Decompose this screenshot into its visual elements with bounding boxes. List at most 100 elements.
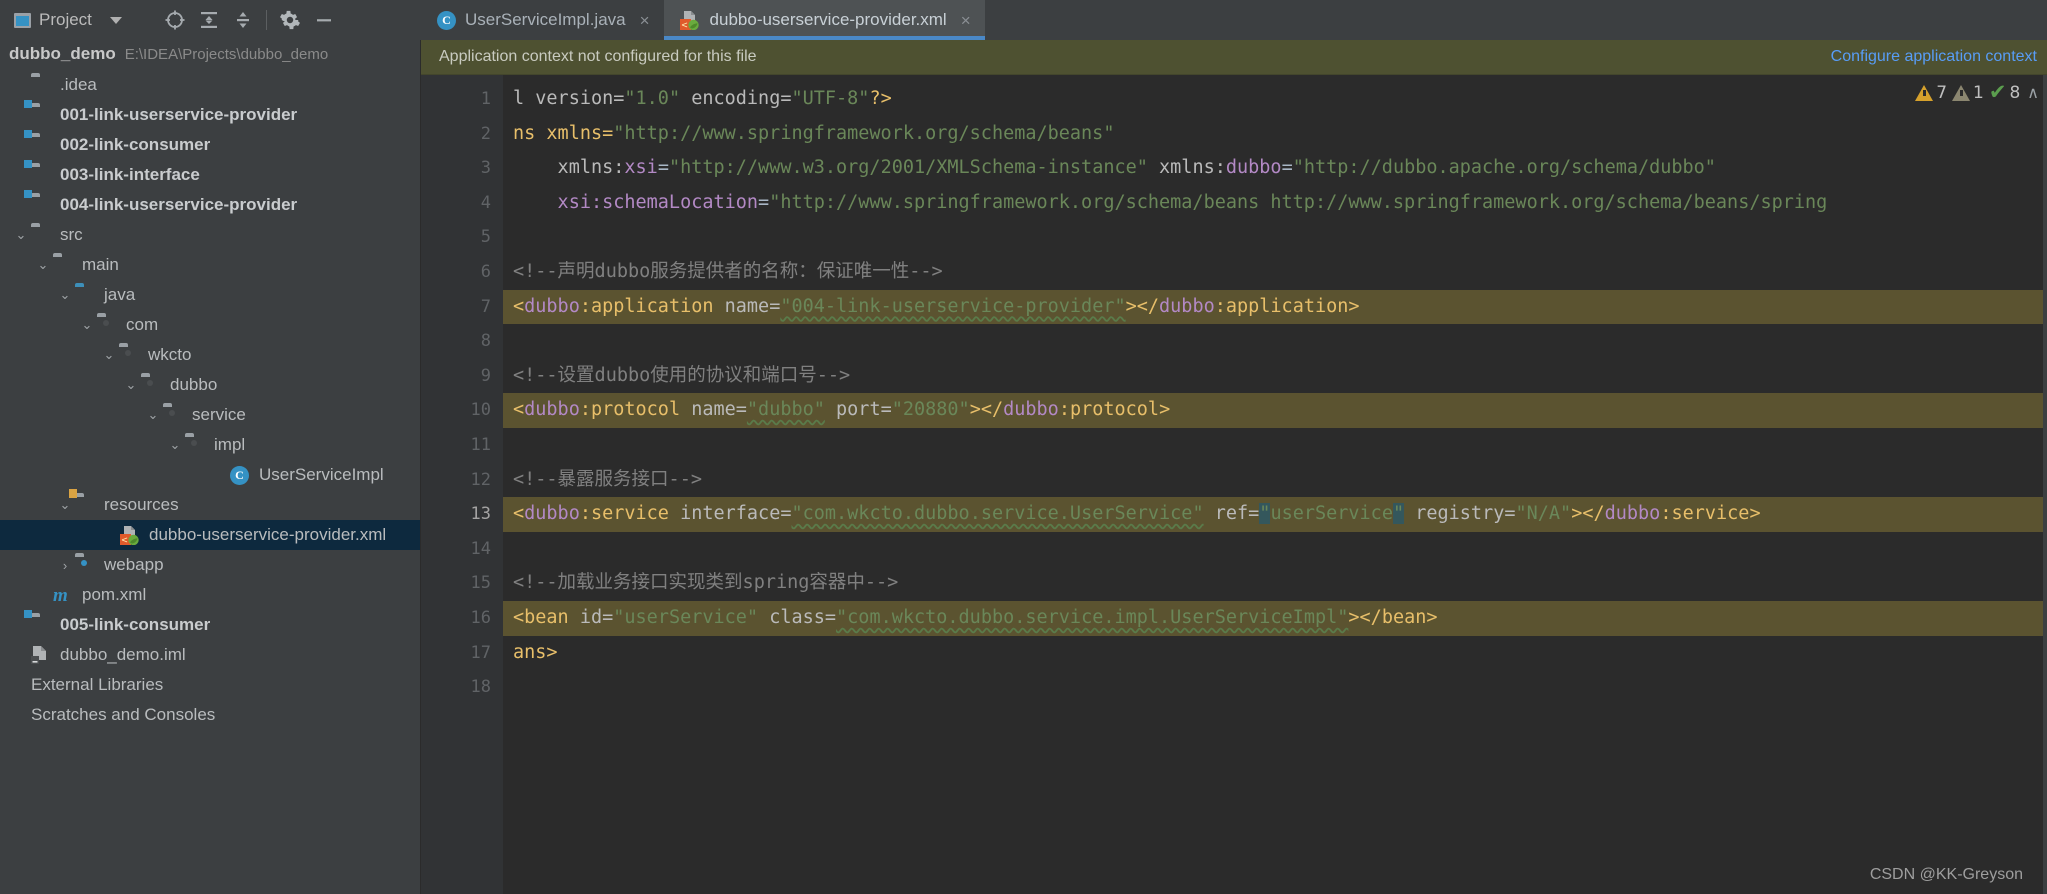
close-icon[interactable]: × xyxy=(961,12,971,29)
package-folder-icon xyxy=(163,406,185,424)
tree-item-005-link-consumer[interactable]: › 005-link-consumer xyxy=(0,610,420,640)
code-token: <!--暴露服务接口--> xyxy=(513,468,702,490)
code-token: id= xyxy=(568,606,614,628)
editor-gutter[interactable]: 1 2 3 4 5 6 7 8 9 10 11 12 13 14 15 16 1 xyxy=(421,75,503,894)
tree-item-label: 005-link-consumer xyxy=(60,615,211,634)
tree-item-pom-xml[interactable]: › m pom.xml xyxy=(0,580,420,610)
chevron-down-icon[interactable]: ⌄ xyxy=(55,497,75,513)
java-class-icon: C xyxy=(437,10,456,30)
tree-item-label: impl xyxy=(214,435,246,454)
gear-icon[interactable] xyxy=(273,3,307,37)
code-token: <!--设置dubbo使用的协议和端口号--> xyxy=(513,364,851,386)
chevron-down-icon[interactable]: ⌄ xyxy=(55,287,75,303)
tree-item-service[interactable]: ⌄ service xyxy=(0,400,420,430)
code-token: xsi xyxy=(624,157,658,179)
code-token: dubbo xyxy=(1159,295,1215,317)
tree-item-003-link-interface[interactable]: › 003-link-interface xyxy=(0,160,420,190)
maven-icon: m xyxy=(53,585,68,606)
weak-warning-triangle-icon xyxy=(1952,84,1971,101)
tree-item-src[interactable]: ⌄ src xyxy=(0,220,420,250)
idea-window: Project C UserServiceImpl.java × < dubbo… xyxy=(0,0,2047,894)
typo-ok-count[interactable]: ✔ 8 xyxy=(1989,82,2020,103)
project-toolwindow-selector[interactable]: Project xyxy=(14,10,122,30)
line-number: 7 xyxy=(480,296,491,317)
toolwindow-title: Project xyxy=(39,10,92,29)
expand-all-icon[interactable] xyxy=(192,3,226,37)
tree-item-label: dubbo_demo.iml xyxy=(60,645,186,664)
editor-scrollbar[interactable] xyxy=(2043,75,2047,894)
tree-item-001-link-userservice-provider[interactable]: › 001-link-userservice-provider xyxy=(0,100,420,130)
tree-item-004-link-userservice-provider[interactable]: › 004-link-userservice-provider xyxy=(0,190,420,220)
module-folder-icon xyxy=(24,100,53,124)
tree-item-label: External Libraries xyxy=(31,675,164,694)
code-token: "1.0" xyxy=(624,88,681,109)
locate-icon[interactable] xyxy=(158,3,192,37)
chevron-down-icon[interactable]: ⌄ xyxy=(33,257,53,273)
chevron-down-icon[interactable]: ⌄ xyxy=(143,407,163,423)
code-token: dubbo xyxy=(524,295,580,317)
tree-item-webapp[interactable]: › webapp xyxy=(0,550,420,580)
tree-item-external-libraries[interactable]: › External Libraries xyxy=(0,670,420,700)
inspection-widget[interactable]: 7 1 ✔ 8 ∧ xyxy=(1915,82,2039,103)
chevron-down-icon[interactable] xyxy=(109,16,122,24)
tree-item-userserviceimpl[interactable]: › C UserServiceImpl xyxy=(0,460,420,490)
code-line-12: <!--暴露服务接口--> xyxy=(503,463,2047,498)
code-token: ?> xyxy=(869,88,892,109)
code-token: name= xyxy=(713,295,781,317)
weak-warning-count[interactable]: 1 xyxy=(1952,83,1984,103)
java-class-icon: C xyxy=(230,466,252,485)
tree-item-wkcto[interactable]: ⌄ wkcto xyxy=(0,340,420,370)
line-number: 16 xyxy=(470,607,491,628)
line-number: 17 xyxy=(470,642,491,663)
project-tree: › .idea › 001-link-userservice-provider … xyxy=(0,70,420,730)
minimize-icon[interactable] xyxy=(307,3,341,37)
tree-item-label: wkcto xyxy=(148,345,192,364)
tree-item-idea[interactable]: › .idea xyxy=(0,70,420,100)
chevron-down-icon[interactable]: ⌄ xyxy=(11,227,31,243)
tree-item-impl[interactable]: ⌄ impl xyxy=(0,430,420,460)
line-number: 8 xyxy=(480,331,491,352)
configure-application-context-link[interactable]: Configure application context xyxy=(1831,48,2037,66)
code-token: = xyxy=(657,157,669,179)
chevron-up-icon[interactable]: ∧ xyxy=(2027,83,2039,102)
tree-item-dubbo[interactable]: ⌄ dubbo xyxy=(0,370,420,400)
folder-icon xyxy=(31,226,53,244)
package-folder-icon xyxy=(97,316,119,334)
tree-item-dubbo-userservice-provider-xml[interactable]: › < dubbo-userservice-provider.xml xyxy=(0,520,420,550)
code-line-15: <!--加载业务接口实现类到spring容器中--> xyxy=(503,566,2047,601)
tree-item-label: 003-link-interface xyxy=(60,165,200,184)
chevron-down-icon[interactable]: ⌄ xyxy=(77,317,97,333)
warning-count[interactable]: 7 xyxy=(1915,83,1947,103)
line-number: 5 xyxy=(480,227,491,248)
tree-item-scratches-and-consoles[interactable]: › Scratches and Consoles xyxy=(0,700,420,730)
tree-item-002-link-consumer[interactable]: › 002-link-consumer xyxy=(0,130,420,160)
editor-tab-label: dubbo-userservice-provider.xml xyxy=(709,10,947,29)
tree-item-java[interactable]: ⌄ java xyxy=(0,280,420,310)
editor-tab-userserviceimpl[interactable]: C UserServiceImpl.java × xyxy=(421,0,664,40)
code-token: ans> xyxy=(513,641,558,663)
typo-count-value: 8 xyxy=(2009,82,2021,103)
chevron-down-icon[interactable]: ⌄ xyxy=(121,377,141,393)
tree-item-dubbo-demo-iml[interactable]: › dubbo_demo.iml xyxy=(0,640,420,670)
project-root-row[interactable]: dubbo_demo E:\IDEA\Projects\dubbo_demo xyxy=(0,40,420,70)
tree-item-label: Scratches and Consoles xyxy=(31,705,216,724)
chevron-right-icon[interactable]: › xyxy=(55,558,75,573)
editor-tab-dubbo-userservice-provider[interactable]: < dubbo-userservice-provider.xml × xyxy=(663,0,985,40)
tree-item-main[interactable]: ⌄ main xyxy=(0,250,420,280)
toolwindow-actions xyxy=(158,3,341,37)
code-token: userService xyxy=(1270,503,1393,525)
code-line-2: ns xmlns="http://www.springframework.org… xyxy=(503,117,2047,152)
chevron-down-icon[interactable]: ⌄ xyxy=(99,347,119,363)
project-icon xyxy=(14,12,31,28)
code-text[interactable]: l version="1.0" encoding="UTF-8"?> ns xm… xyxy=(503,75,2047,894)
spring-xml-icon: < xyxy=(120,526,142,546)
collapse-all-icon[interactable] xyxy=(226,3,260,37)
chevron-down-icon[interactable]: ⌄ xyxy=(165,437,185,453)
spring-xml-icon: < xyxy=(679,10,701,31)
close-icon[interactable]: × xyxy=(640,12,650,29)
tree-item-resources[interactable]: ⌄ resources xyxy=(0,489,420,520)
code-token: "http://www.w3.org/2001/XMLSchema-instan… xyxy=(668,157,1148,179)
tree-item-com[interactable]: ⌄ com xyxy=(0,310,420,340)
